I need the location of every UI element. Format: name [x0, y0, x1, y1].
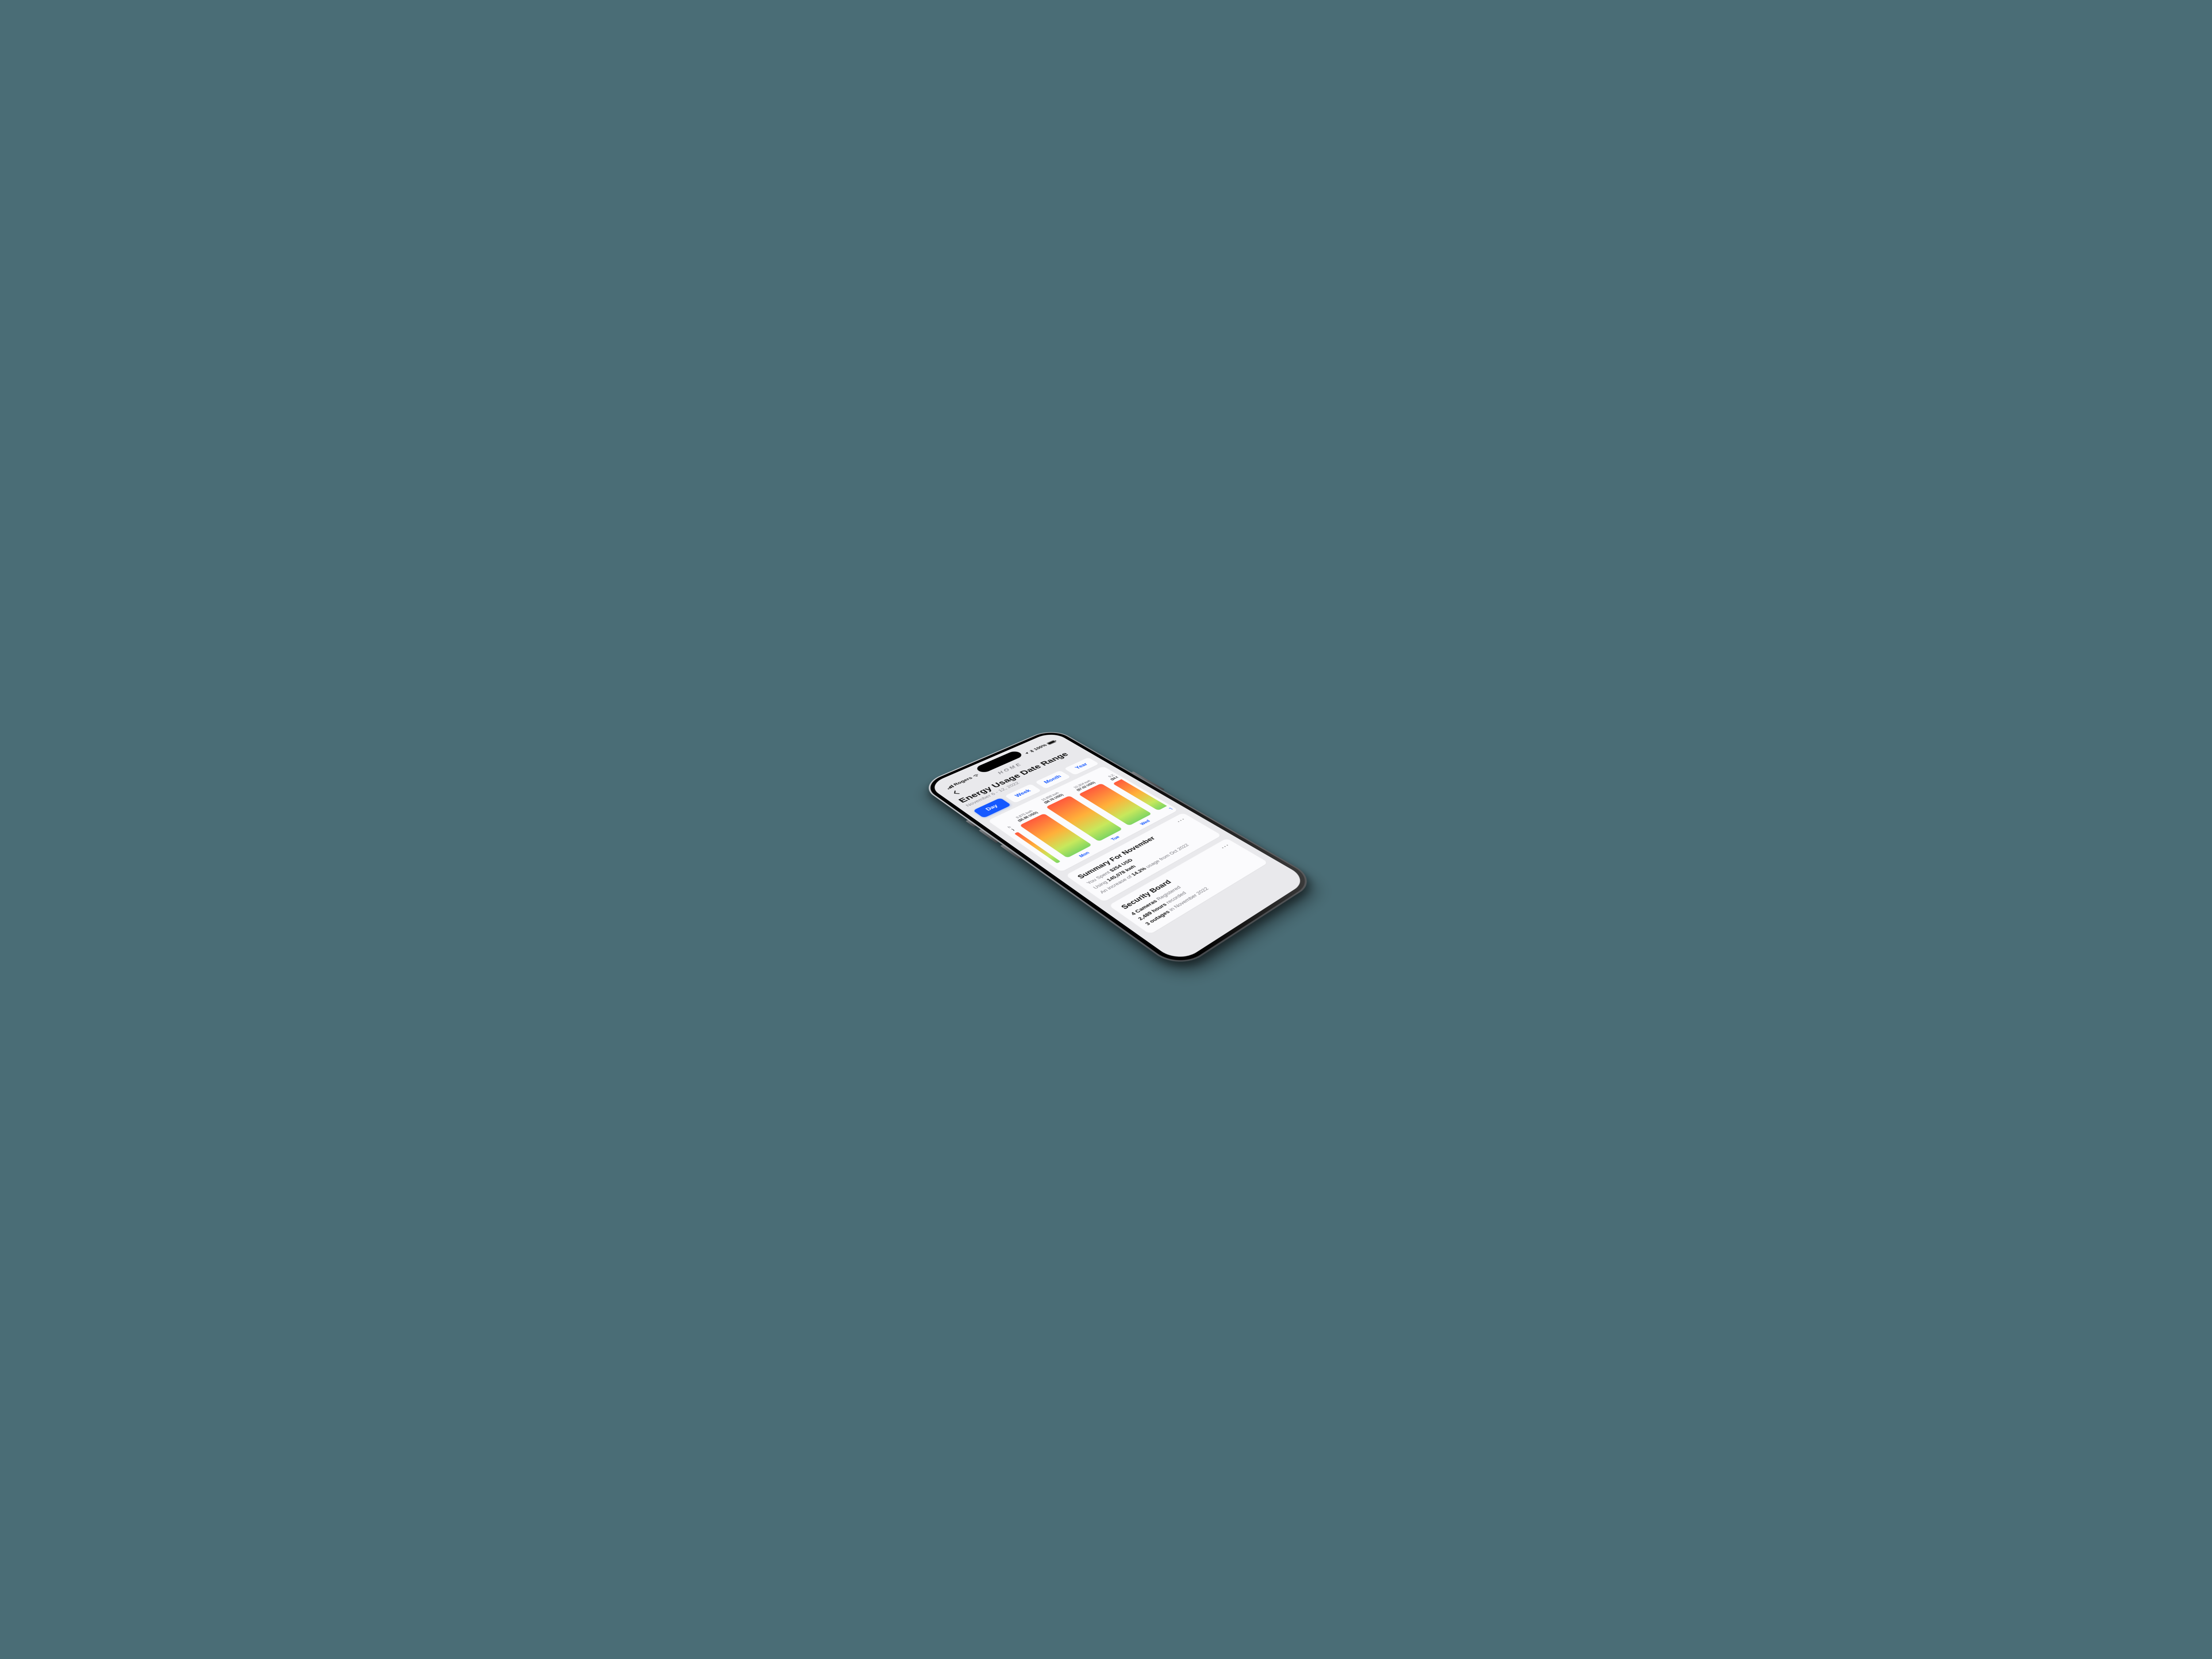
phone-screen: Rogers 100% [927, 731, 1310, 964]
chart-x-label: Tue [1110, 835, 1121, 841]
chart-x-label: Thu [1168, 804, 1174, 810]
security-line-hours: 2,489 hours recorded [1136, 853, 1251, 922]
security-line-outages: 3 outages in November 2022 [1143, 858, 1258, 927]
security-line-cameras: 4 Cameras Registered [1129, 849, 1243, 917]
location-icon [1023, 752, 1030, 755]
security-card: ··· Security Board 4 Cameras Registered … [1108, 838, 1268, 934]
chart-x-label: Wed [1139, 819, 1152, 826]
chart-bar-partial-left: h) [1005, 826, 1067, 868]
summary-line-using: Using 145,078 kwh [1091, 827, 1205, 891]
back-button[interactable] [950, 790, 961, 796]
summary-line-spent: You Spent $254 USD [1084, 823, 1198, 886]
chart-x-label: Mon [1078, 851, 1091, 858]
summary-line-increase: An increase of 14.2% usage from Oct 2022 [1098, 831, 1212, 895]
energy-bar-chart: h) 9,875 kwh ($5.86 USD) Mon [994, 769, 1173, 869]
more-icon[interactable]: ··· [1219, 843, 1232, 850]
phone-frame: Rogers 100% [918, 727, 1319, 971]
bluetooth-icon [1029, 749, 1035, 753]
security-title: Security Board [1119, 844, 1234, 911]
